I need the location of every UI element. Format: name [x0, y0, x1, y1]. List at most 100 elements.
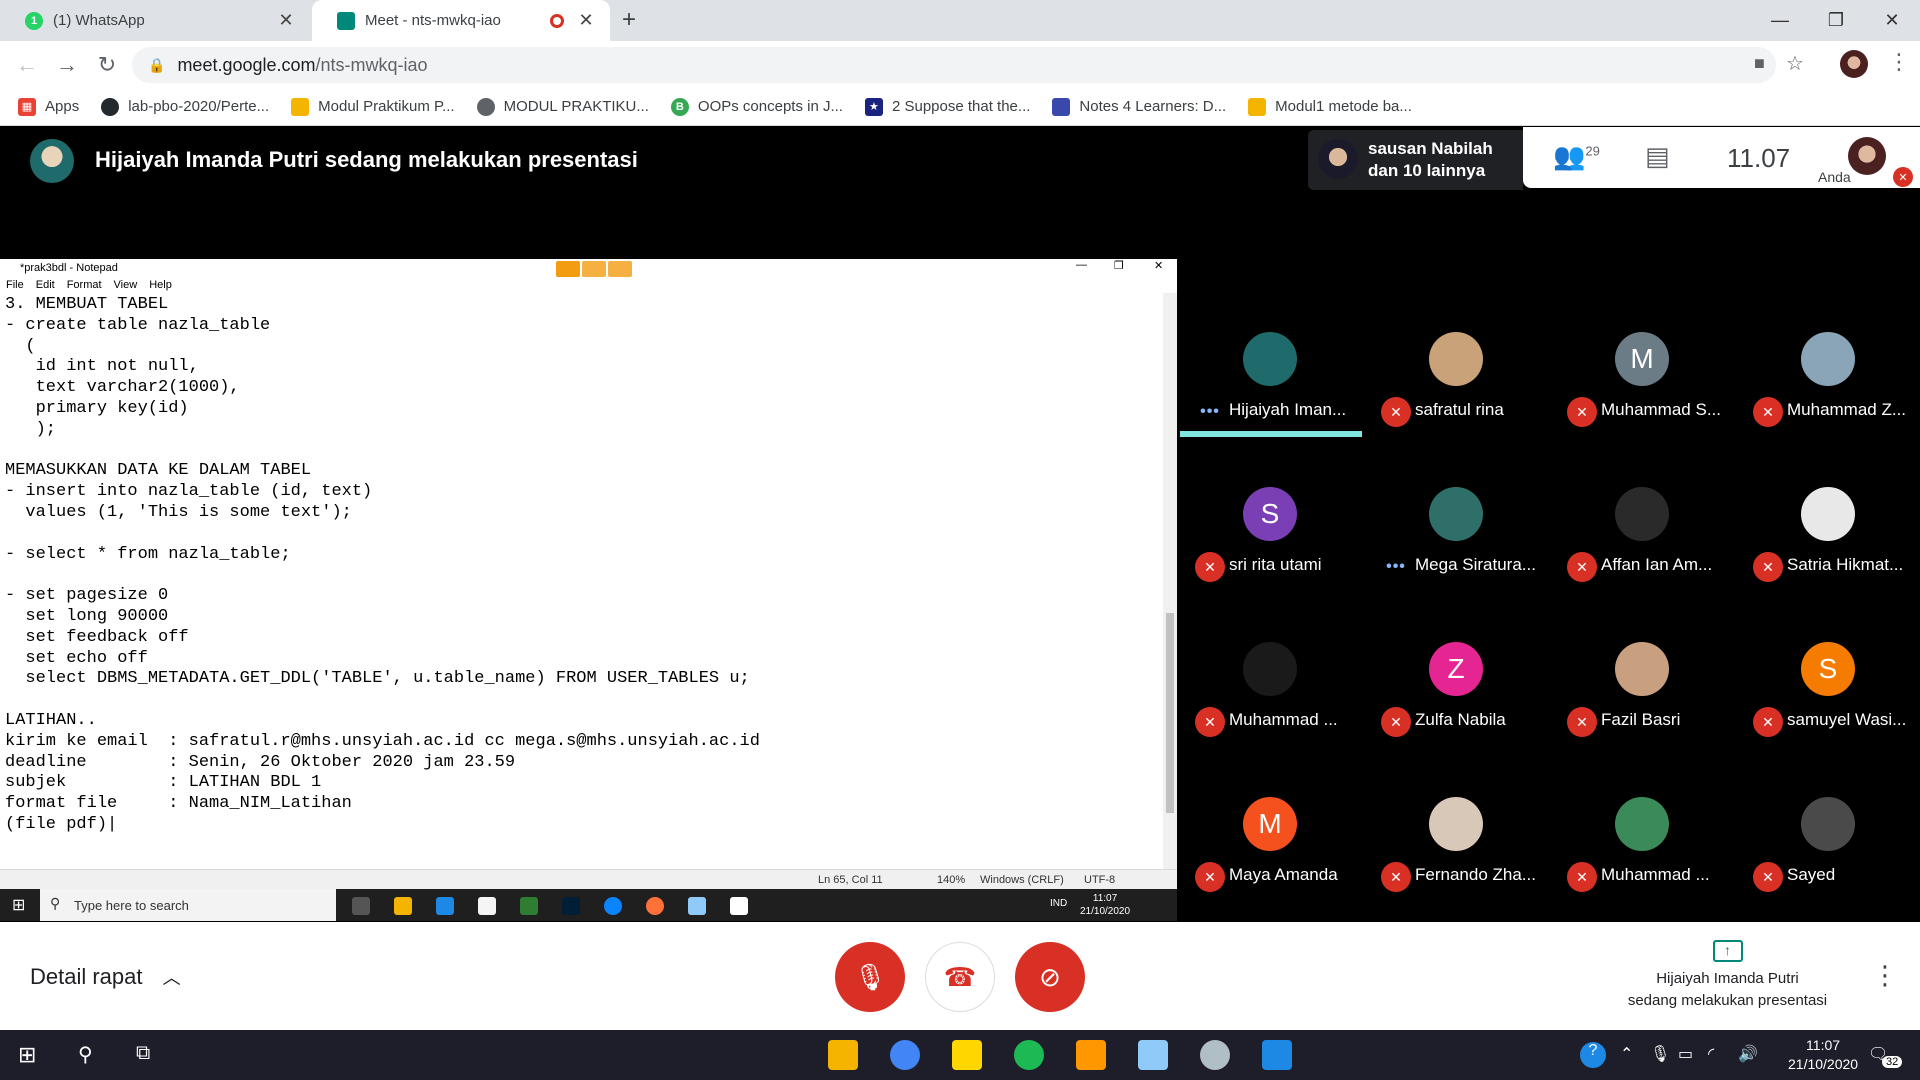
sticky-notes-icon[interactable]: [952, 1040, 982, 1070]
bookmark-star-icon[interactable]: ☆: [1786, 51, 1804, 76]
bookmark-item[interactable]: B OOPs concepts in J...: [670, 97, 843, 116]
participant-name: Muhammad Z...: [1787, 400, 1907, 419]
taskview-icon[interactable]: ⧉: [136, 1042, 150, 1065]
camera-toggle-button[interactable]: ⊘: [1015, 942, 1085, 1012]
participant-tile[interactable]: S ✕ sri rita utami: [1177, 437, 1363, 592]
participant-grid: ••• Hijaiyah Iman... ✕ safratul rina M ✕ Muham…: [1177, 282, 1920, 922]
participant-tile[interactable]: M ✕ Muhammad S...: [1549, 282, 1735, 437]
file-explorer-icon[interactable]: [828, 1040, 858, 1070]
back-icon[interactable]: ←: [13, 51, 41, 79]
sublime-icon[interactable]: [1076, 1040, 1106, 1070]
cursor-position: Ln 65, Col 11: [818, 874, 883, 886]
present-now-button[interactable]: ↑ Hijaiyah Imanda Putri sedang melakukan…: [1600, 940, 1855, 1012]
microphone-icon[interactable]: 🎙: [1650, 1044, 1670, 1064]
window-icon[interactable]: [1262, 1040, 1292, 1070]
shared-clock: 11:07 21/10/2020: [1080, 893, 1131, 917]
bookmark-item[interactable]: ▦ Apps: [18, 97, 79, 116]
speaking-indicator-icon: •••: [1386, 558, 1406, 575]
mic-off-icon: ✕: [1381, 397, 1411, 427]
bookmark-item[interactable]: Modul Praktikum P...: [291, 97, 455, 116]
close-icon[interactable]: ✕: [276, 10, 296, 31]
participant-name: Hijaiyah Iman...: [1229, 400, 1347, 419]
new-tab-button[interactable]: +: [622, 6, 636, 34]
bookmark-item[interactable]: ★ 2 Suppose that the...: [864, 97, 1030, 116]
bookmark-item[interactable]: lab-pbo-2020/Perte...: [101, 97, 269, 116]
line-ending: Windows (CRLF): [980, 874, 1064, 886]
participant-tile[interactable]: ✕ Satria Hikmat...: [1735, 437, 1920, 592]
participant-tile[interactable]: ✕ Fernando Zha...: [1363, 747, 1549, 902]
help-icon[interactable]: ?: [1580, 1042, 1606, 1068]
wifi-icon[interactable]: ◜: [1708, 1044, 1714, 1064]
bookmark-item[interactable]: MODUL PRAKTIKU...: [476, 97, 649, 116]
menu-help: Help: [149, 279, 172, 291]
photoshop-icon: [562, 897, 580, 915]
profile-avatar[interactable]: [1840, 50, 1868, 78]
tab-whatsapp[interactable]: 1 (1) WhatsApp ✕: [0, 0, 310, 41]
mic-off-icon: ✕: [1195, 552, 1225, 582]
notepad-menu: File Edit Format View Help: [0, 277, 1177, 293]
chevron-up-icon[interactable]: ⌃: [1620, 1044, 1633, 1064]
participant-tile[interactable]: ••• Hijaiyah Iman...: [1177, 282, 1363, 437]
mic-off-icon: ✕: [1567, 862, 1597, 892]
window-close-icon[interactable]: ✕: [1864, 0, 1920, 41]
more-options-icon[interactable]: ⋮: [1872, 960, 1898, 991]
recording-icon: [550, 13, 564, 28]
chrome-icon[interactable]: [890, 1040, 920, 1070]
leave-call-button[interactable]: ☎: [925, 942, 995, 1012]
participant-tile[interactable]: ✕ safratul rina: [1363, 282, 1549, 437]
meet-icon: [337, 11, 355, 30]
participant-tile[interactable]: ✕ Muhammad ...: [1549, 747, 1735, 902]
participant-tile[interactable]: ✕ Fazil Basri: [1549, 592, 1735, 747]
meeting-details-toggle[interactable]: Detail rapat ︿: [30, 964, 181, 990]
bookmarks-bar: ▦ Apps lab-pbo-2020/Perte... Modul Prakti…: [0, 88, 1920, 126]
participant-name: sri rita utami: [1229, 555, 1322, 574]
forward-icon[interactable]: →: [53, 51, 81, 79]
bookmark-item[interactable]: Modul1 metode ba...: [1248, 97, 1412, 116]
os-taskbar: ⊞ ⚲ ⧉ ? ⌃ 🎙 ▭ ◜ 🔊 11:07 21/10/2020 🗨 32: [0, 1030, 1920, 1080]
restore-icon[interactable]: ❐: [1808, 0, 1864, 41]
tab-meet[interactable]: Meet - nts-mwkq-iao ✕: [312, 0, 610, 41]
participant-avatar: [1801, 487, 1855, 541]
participant-tile[interactable]: Z ✕ Zulfa Nabila: [1363, 592, 1549, 747]
self-avatar: [1848, 137, 1886, 175]
camera-icon[interactable]: ■: [1754, 53, 1765, 74]
participant-tile[interactable]: ✕ Affan Ian Am...: [1549, 437, 1735, 592]
close-icon[interactable]: ✕: [576, 10, 596, 31]
chat-icon[interactable]: ▤: [1645, 141, 1670, 172]
menu-kebab-icon[interactable]: ⋮: [1888, 49, 1910, 75]
spotify-icon[interactable]: [1014, 1040, 1044, 1070]
lock-icon: 🔒: [148, 56, 166, 73]
address-bar[interactable]: 🔒 meet.google.com/nts-mwkq-iao ■ ☆: [132, 47, 1804, 83]
participant-avatar: M: [1243, 797, 1297, 851]
windows-start-icon[interactable]: ⊞: [18, 1042, 36, 1068]
participant-avatar: [1801, 332, 1855, 386]
search-icon[interactable]: ⚲: [78, 1042, 93, 1067]
present-line2: sedang melakukan presentasi: [1627, 992, 1828, 1009]
minimize-icon[interactable]: —: [1752, 0, 1808, 41]
people-icon[interactable]: 👥29: [1553, 141, 1600, 172]
participant-tile[interactable]: ✕ Muhammad ...: [1177, 592, 1363, 747]
bookmark-item[interactable]: Notes 4 Learners: D...: [1052, 97, 1226, 116]
notepad-icon[interactable]: [1138, 1040, 1168, 1070]
mic-toggle-button[interactable]: 🎙: [835, 942, 905, 1012]
participant-tile[interactable]: ••• Mega Siratura...: [1363, 437, 1549, 592]
participant-tile[interactable]: ✕ Sayed: [1735, 747, 1920, 902]
tab-title: (1) WhatsApp: [53, 12, 145, 29]
participant-tile[interactable]: S ✕ samuyel Wasi...: [1735, 592, 1920, 747]
paint-icon[interactable]: [1200, 1040, 1230, 1070]
participant-avatar: [1429, 332, 1483, 386]
active-speakers: sausan Nabilah dan 10 lainnya: [1308, 130, 1523, 190]
participant-tile[interactable]: ✕ Muhammad Z...: [1735, 282, 1920, 437]
participant-tile[interactable]: M ✕ Maya Amanda: [1177, 747, 1363, 902]
system-clock[interactable]: 11:07 21/10/2020: [1788, 1036, 1858, 1074]
presenter-avatar: [30, 139, 74, 183]
volume-icon[interactable]: 🔊: [1738, 1044, 1758, 1064]
reload-icon[interactable]: ↻: [93, 51, 121, 79]
participant-avatar: [1615, 642, 1669, 696]
notepad-icon: [688, 897, 706, 915]
mic-off-icon: ✕: [1753, 862, 1783, 892]
present-line1: Hijaiyah Imanda Putri: [1656, 970, 1799, 987]
presenter-banner: Hijaiyah Imanda Putri sedang melakukan p…: [95, 147, 638, 172]
battery-icon[interactable]: ▭: [1678, 1044, 1693, 1064]
input-language: IND: [1050, 898, 1068, 909]
